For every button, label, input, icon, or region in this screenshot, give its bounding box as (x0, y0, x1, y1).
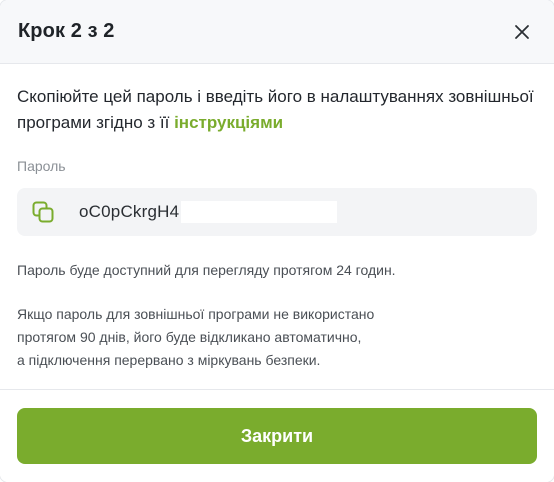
password-field: oC0pCkrgH4 (17, 188, 537, 236)
dialog-title: Крок 2 з 2 (18, 20, 115, 42)
instructions-link[interactable]: інструкціями (174, 113, 283, 132)
dialog: Крок 2 з 2 Скопіюйте цей пароль і введіт… (0, 0, 554, 482)
password-value: oC0pCkrgH4 (79, 202, 180, 221)
copy-icon[interactable] (31, 199, 57, 225)
expiry-note-line-3: а підключення перервано з міркувань безп… (17, 352, 321, 368)
expiry-note-line-2: протягом 90 днів, його буде відкликано а… (17, 329, 362, 345)
availability-note: Пароль буде доступний для перегляду прот… (17, 262, 396, 278)
dialog-header: Крок 2 з 2 (0, 0, 554, 64)
close-icon[interactable] (510, 20, 534, 44)
expiry-note-line-1: Якщо пароль для зовнішньої програми не в… (17, 306, 375, 322)
dialog-body: Скопіюйте цей пароль і введіть його в на… (0, 64, 554, 372)
dialog-footer: Закрити (0, 389, 554, 482)
password-mask (181, 201, 338, 223)
password-label: Пароль (17, 158, 66, 174)
instruction-text: Скопіюйте цей пароль і введіть його в на… (17, 84, 537, 136)
expiry-note: Якщо пароль для зовнішньої програми не в… (17, 303, 537, 372)
close-button[interactable]: Закрити (17, 408, 537, 464)
